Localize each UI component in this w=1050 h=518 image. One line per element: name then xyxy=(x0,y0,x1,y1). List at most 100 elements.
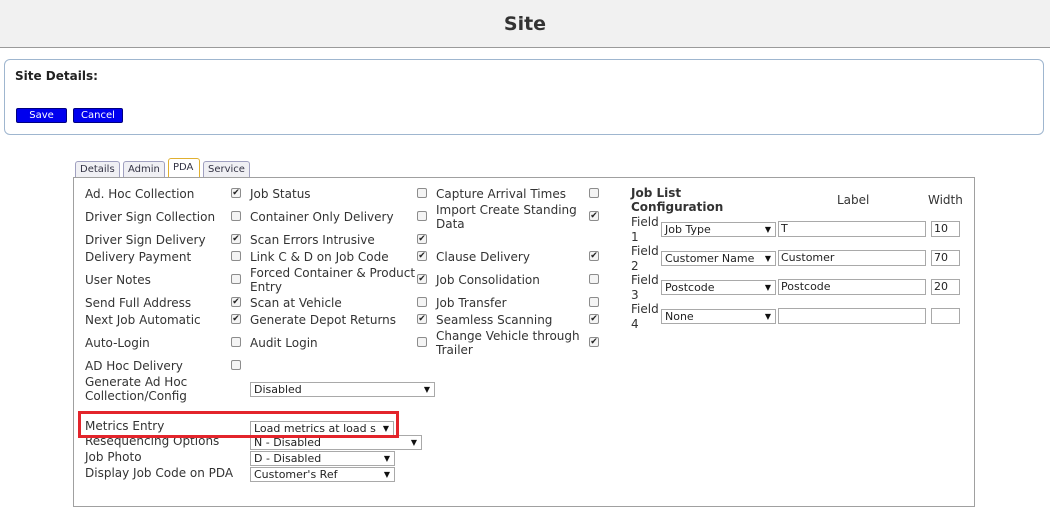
field-type-select[interactable]: Customer Name ▼ xyxy=(661,251,776,266)
field-type-value: Job Type xyxy=(665,223,711,236)
field-width-input[interactable]: 70 xyxy=(931,250,960,266)
chevron-down-icon: ▼ xyxy=(421,383,430,396)
option-checkbox[interactable] xyxy=(417,211,427,221)
option-label: Seamless Scanning xyxy=(436,313,553,327)
option-label: User Notes xyxy=(85,273,151,287)
field-type-select[interactable]: None ▼ xyxy=(661,309,776,324)
resequencing-select[interactable]: N - Disabled ▼ xyxy=(250,435,422,450)
option-checkbox[interactable] xyxy=(589,274,599,284)
option-label: Link C & D on Job Code xyxy=(250,250,389,264)
field-width-input[interactable]: 10 xyxy=(931,221,960,237)
option-label: Next Job Automatic xyxy=(85,313,201,327)
option-label: Job Consolidation xyxy=(436,273,540,287)
option-checkbox[interactable]: ✔ xyxy=(231,188,241,198)
option-label: Scan at Vehicle xyxy=(250,296,342,310)
option-label: Scan Errors Intrusive xyxy=(250,233,375,247)
option-checkbox[interactable]: ✔ xyxy=(231,314,241,324)
field-word: Field xyxy=(631,273,659,287)
option-checkbox[interactable]: ✔ xyxy=(589,251,599,261)
option-label: Auto-Login xyxy=(85,336,150,350)
job-photo-select[interactable]: D - Disabled ▼ xyxy=(250,451,395,466)
option-label: Generate Depot Returns xyxy=(250,313,397,327)
option-checkbox[interactable]: ✔ xyxy=(589,337,599,347)
option-label: Import Create Standing Data xyxy=(436,203,577,231)
field-width-input[interactable] xyxy=(931,308,960,324)
option-label: Forced Container & Product Entry xyxy=(250,266,416,294)
field-label-input[interactable]: Customer xyxy=(778,250,926,266)
option-checkbox[interactable]: ✔ xyxy=(417,274,427,284)
option-label: Capture Arrival Times xyxy=(436,187,566,201)
resequencing-value: N - Disabled xyxy=(254,436,321,449)
option-checkbox[interactable]: ✔ xyxy=(589,211,599,221)
field-word: Field xyxy=(631,215,659,229)
chevron-down-icon: ▼ xyxy=(408,436,417,449)
tab-admin[interactable]: Admin xyxy=(123,161,165,177)
field-number: 3 xyxy=(631,288,639,302)
generate-adhoc-select[interactable]: Disabled ▼ xyxy=(250,382,435,397)
option-checkbox[interactable] xyxy=(417,188,427,198)
option-label: Send Full Address xyxy=(85,296,192,310)
option-label: Change Vehicle through Trailer xyxy=(436,329,580,357)
field-number: 2 xyxy=(631,259,639,273)
field-type-select[interactable]: Job Type ▼ xyxy=(661,222,776,237)
label-column-header: Label xyxy=(837,193,870,207)
chevron-down-icon: ▼ xyxy=(762,223,771,236)
field-number: 1 xyxy=(631,230,639,244)
cancel-button[interactable]: Cancel xyxy=(73,108,123,123)
field-label-input[interactable] xyxy=(778,308,926,324)
resequencing-label: Resequencing Options xyxy=(85,434,220,448)
option-checkbox[interactable]: ✔ xyxy=(417,251,427,261)
field-label-input[interactable]: Postcode xyxy=(778,279,926,295)
generate-adhoc-value: Disabled xyxy=(254,383,302,396)
chevron-down-icon: ▼ xyxy=(762,281,771,294)
option-checkbox[interactable] xyxy=(231,274,241,284)
display-job-code-select[interactable]: Customer's Ref ▼ xyxy=(250,467,395,482)
tab-service[interactable]: Service xyxy=(203,161,250,177)
job-photo-value: D - Disabled xyxy=(254,452,322,465)
page-title: Site xyxy=(503,12,547,35)
option-checkbox[interactable]: ✔ xyxy=(231,297,241,307)
metrics-entry-value: Load metrics at load s xyxy=(254,422,376,435)
option-label: AD Hoc Delivery xyxy=(85,359,183,373)
option-checkbox[interactable]: ✔ xyxy=(231,234,241,244)
title-bar: Site xyxy=(0,0,1050,48)
site-details-panel: Site Details: Save Cancel xyxy=(4,59,1044,135)
display-job-code-label: Display Job Code on PDA xyxy=(85,466,234,480)
field-word: Field xyxy=(631,302,659,316)
metrics-entry-select[interactable]: Load metrics at load s ▼ xyxy=(250,421,394,436)
generate-adhoc-label: Generate Ad Hoc Collection/Config xyxy=(85,375,188,403)
option-label: Audit Login xyxy=(250,336,318,350)
field-label-input[interactable]: T xyxy=(778,221,926,237)
option-checkbox[interactable] xyxy=(589,188,599,198)
field-type-value: Customer Name xyxy=(665,252,755,265)
job-photo-label: Job Photo xyxy=(85,450,142,464)
chevron-down-icon: ▼ xyxy=(380,422,389,435)
field-word: Field xyxy=(631,244,659,258)
option-checkbox[interactable] xyxy=(231,251,241,261)
option-checkbox[interactable] xyxy=(417,297,427,307)
option-checkbox[interactable]: ✔ xyxy=(417,234,427,244)
field-type-select[interactable]: Postcode ▼ xyxy=(661,280,776,295)
field-type-value: Postcode xyxy=(665,281,715,294)
field-type-value: None xyxy=(665,310,694,323)
display-job-code-value: Customer's Ref xyxy=(254,468,338,481)
field-width-input[interactable]: 20 xyxy=(931,279,960,295)
option-checkbox[interactable]: ✔ xyxy=(417,314,427,324)
option-label: Job Status xyxy=(250,187,311,201)
option-checkbox[interactable] xyxy=(231,337,241,347)
option-label: Driver Sign Delivery xyxy=(85,233,206,247)
pda-panel: Ad. Hoc Collection ✔ Driver Sign Collect… xyxy=(73,177,975,507)
tab-pda[interactable]: PDA xyxy=(168,158,200,178)
save-button[interactable]: Save xyxy=(16,108,67,123)
option-checkbox[interactable] xyxy=(589,297,599,307)
option-label: Delivery Payment xyxy=(85,250,192,264)
option-checkbox[interactable] xyxy=(231,360,241,370)
option-label: Ad. Hoc Collection xyxy=(85,187,195,201)
field-number: 4 xyxy=(631,317,639,331)
option-label: Clause Delivery xyxy=(436,250,530,264)
tab-details[interactable]: Details xyxy=(75,161,120,177)
option-checkbox[interactable] xyxy=(417,337,427,347)
option-checkbox[interactable]: ✔ xyxy=(589,314,599,324)
option-checkbox[interactable] xyxy=(231,211,241,221)
job-list-title: Job List Configuration xyxy=(631,186,724,214)
